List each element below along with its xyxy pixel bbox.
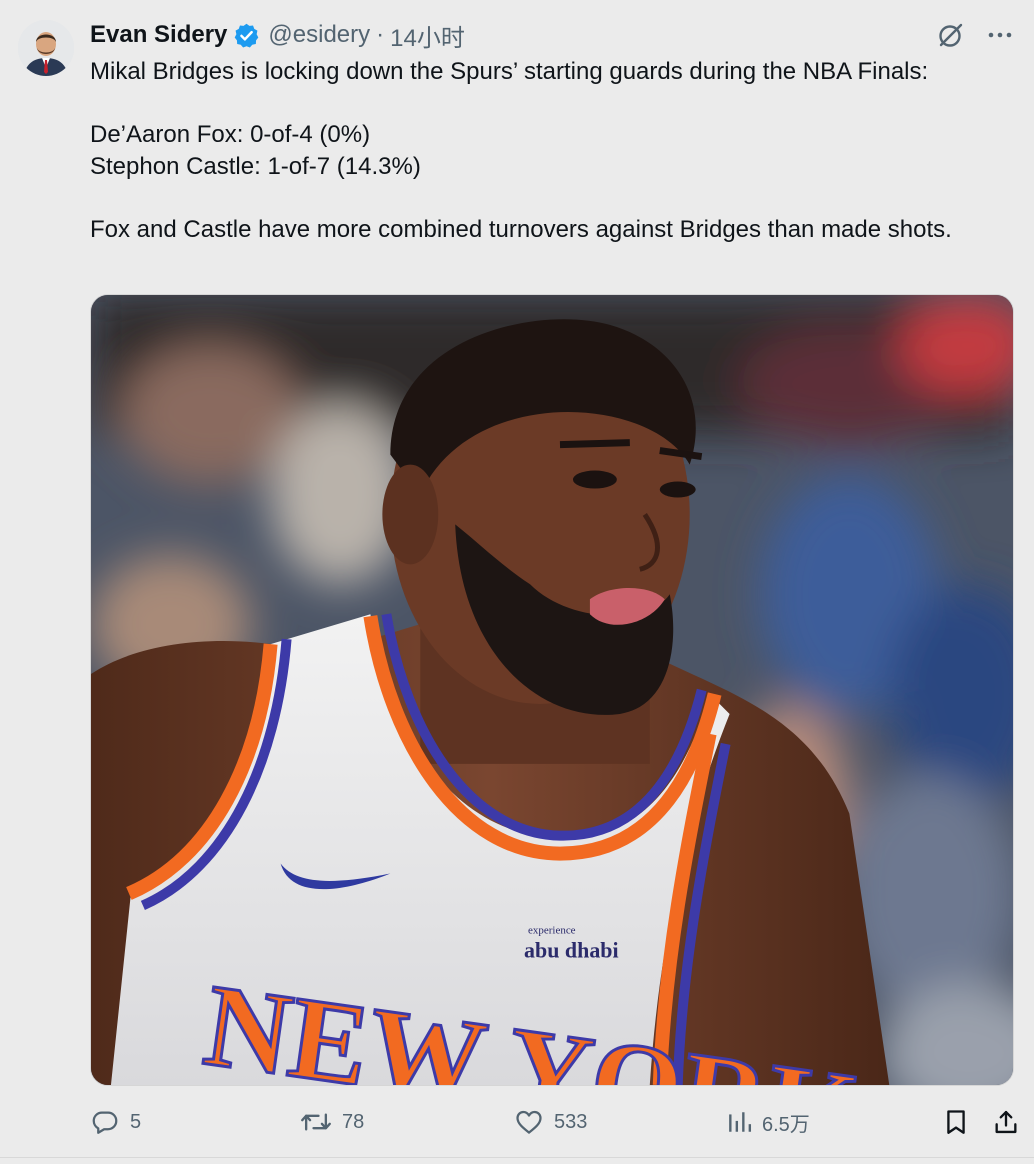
separator-dot: · — [376, 21, 385, 48]
reply-icon — [92, 1111, 118, 1134]
bookmark-button[interactable] — [942, 1107, 970, 1137]
tweet-header: Evan Sidery @esidery · 14小时 — [90, 18, 465, 53]
avatar[interactable] — [18, 20, 74, 76]
more-icon[interactable] — [986, 21, 1014, 49]
retweet-icon — [301, 1113, 331, 1131]
like-button[interactable]: 533 — [514, 1107, 587, 1137]
action-bar: 5 78 533 6.5万 — [90, 1104, 1020, 1140]
share-icon — [995, 1110, 1017, 1134]
tweet-line-2: De’Aaron Fox: 0-of-4 (0%) — [90, 121, 371, 148]
retweet-count: 78 — [342, 1110, 365, 1133]
player-photo: experience abu dhabi NEW YORK — [91, 295, 1013, 1085]
heart-icon — [516, 1110, 542, 1134]
reply-count: 5 — [130, 1110, 142, 1133]
views-button[interactable]: 6.5万 — [726, 1108, 810, 1137]
tweet-line-4: Fox and Castle have more combined turnov… — [90, 215, 952, 243]
share-button[interactable] — [992, 1107, 1020, 1137]
tweet-line-1: Mikal Bridges is locking down the Spurs’… — [90, 58, 929, 85]
views-icon — [729, 1112, 752, 1132]
top-actions — [936, 20, 1014, 50]
display-name[interactable]: Evan Sidery — [90, 21, 227, 49]
handle[interactable]: @esidery — [268, 21, 370, 49]
tweet-text: Mikal Bridges is locking down the Spurs’… — [90, 56, 1010, 245]
view-count: 6.5万 — [762, 1113, 810, 1136]
timestamp[interactable]: 14小时 — [390, 18, 465, 53]
sponsor-text: abu dhabi — [524, 937, 619, 962]
like-count: 533 — [554, 1110, 588, 1133]
avatar-image — [18, 20, 74, 76]
grok-icon[interactable] — [936, 20, 966, 50]
sponsor-small-text: experience — [528, 924, 576, 936]
divider — [0, 1157, 1034, 1158]
verified-badge-icon — [233, 22, 260, 49]
reply-button[interactable]: 5 — [90, 1107, 141, 1137]
bookmark-icon — [947, 1110, 965, 1134]
tweet[interactable]: Evan Sidery @esidery · 14小时 Mikal Bridge… — [0, 0, 1034, 1164]
retweet-button[interactable]: 78 — [300, 1107, 364, 1137]
tweet-photo[interactable]: experience abu dhabi NEW YORK — [90, 294, 1014, 1086]
tweet-line-3: Stephon Castle: 1-of-7 (14.3%) — [90, 152, 421, 180]
